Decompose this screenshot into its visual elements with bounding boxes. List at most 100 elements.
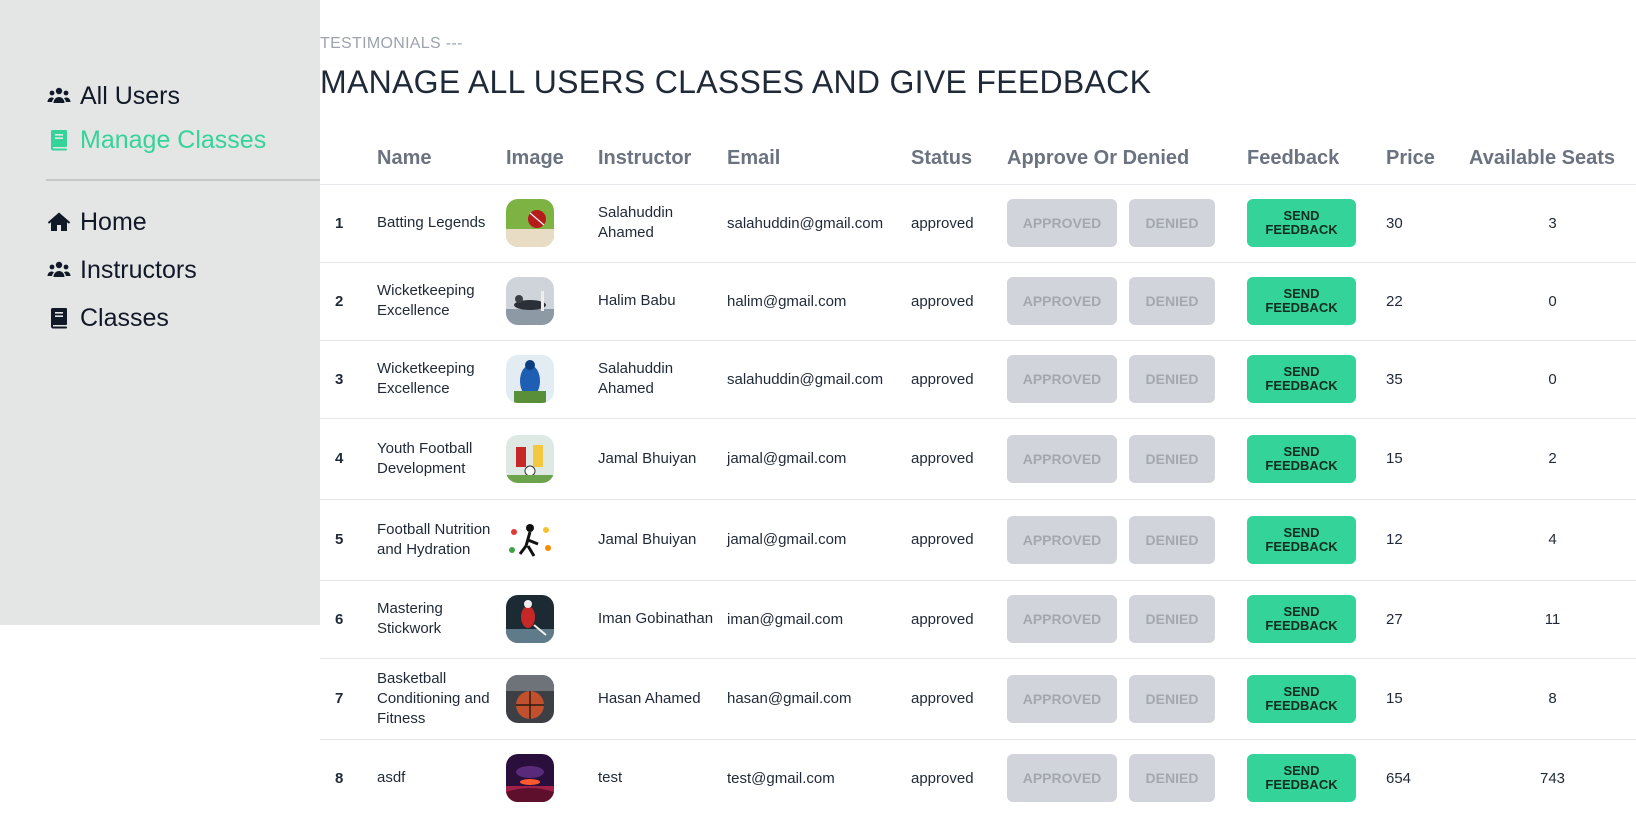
class-image-cell [506,417,598,499]
wicketkeeper-dive-thumbnail [506,277,554,325]
deny-button[interactable]: DENIED [1129,674,1215,723]
approve-deny-group: APPROVED DENIED [1007,199,1247,247]
price-value: 15 [1386,417,1469,499]
approve-deny-cell: APPROVED DENIED [1007,417,1247,499]
instructor-name: Salahuddin Ahamed [598,339,727,418]
approve-button[interactable]: APPROVED [1007,674,1117,723]
sidebar-item-label: Classes [80,303,169,332]
instructor-email: jamal@gmail.com [727,417,911,499]
deny-button[interactable]: DENIED [1129,595,1215,643]
class-name: Mastering Stickwork [377,579,506,658]
approve-deny-group: APPROVED DENIED [1007,515,1247,564]
table-row: 6 Mastering Stickwork Iman Gobinathan im… [320,579,1636,658]
class-name: asdf [377,738,506,817]
column-header-available-seats: Available Seats [1469,147,1616,170]
approve-button[interactable]: APPROVED [1007,595,1117,643]
hockey-player-thumbnail [506,595,554,643]
approve-button[interactable]: APPROVED [1007,355,1117,403]
send-feedback-button[interactable]: SEND FEEDBACK [1247,595,1356,643]
approve-button[interactable]: APPROVED [1007,515,1117,564]
available-seats-value: 743 [1469,738,1636,817]
available-seats-value: 4 [1469,498,1636,580]
users-icon [46,257,72,283]
table-row: 1 Batting Legends Salahuddin Ahamed sala… [320,183,1636,262]
sidebar-admin-nav: All Users Manage Classes [46,74,266,162]
row-index: 7 [320,657,377,739]
row-index: 4 [320,417,377,499]
class-image-cell [506,738,598,817]
table-row: 2 Wicketkeeping Excellence Halim Babu ha… [320,261,1636,340]
basketball-thumbnail [506,674,554,723]
wicketkeeper-blue-thumbnail [506,355,554,403]
table-row: 8 asdf test test@gmail.com approved APPR… [320,738,1636,817]
send-feedback-button[interactable]: SEND FEEDBACK [1247,754,1356,803]
sidebar-item-all-users[interactable]: All Users [46,74,266,118]
table-row: 7 Basketball Conditioning and Fitness Ha… [320,657,1636,739]
table-header-row: Name Image Instructor Email Status Appro… [320,134,1636,184]
deny-button[interactable]: DENIED [1129,355,1215,403]
approve-deny-group: APPROVED DENIED [1007,595,1247,643]
instructor-name: Iman Gobinathan [598,579,727,658]
status-text: approved [911,738,1007,817]
instructor-email: jamal@gmail.com [727,498,911,580]
column-header-name: Name [377,147,432,170]
sidebar-main-nav: Home Instructors Classes [46,198,197,342]
class-name: Wicketkeeping Excellence [377,339,506,418]
status-text: approved [911,657,1007,739]
class-name: Basketball Conditioning and Fitness [377,657,506,739]
approve-deny-group: APPROVED DENIED [1007,754,1247,803]
sidebar-item-manage-classes[interactable]: Manage Classes [46,118,266,162]
instructor-name: Hasan Ahamed [598,657,727,739]
deny-button[interactable]: DENIED [1129,754,1215,803]
column-header-approve-or-denied: Approve Or Denied [1007,147,1190,170]
classes-table: Name Image Instructor Email Status Appro… [320,134,1636,817]
feedback-cell: SEND FEEDBACK [1247,183,1386,262]
price-value: 12 [1386,498,1469,580]
price-value: 654 [1386,738,1469,817]
send-feedback-button[interactable]: SEND FEEDBACK [1247,434,1356,483]
available-seats-value: 11 [1469,579,1636,658]
deny-button[interactable]: DENIED [1129,434,1215,483]
send-feedback-button[interactable]: SEND FEEDBACK [1247,355,1356,403]
row-index: 8 [320,738,377,817]
send-feedback-button[interactable]: SEND FEEDBACK [1247,515,1356,564]
send-feedback-button[interactable]: SEND FEEDBACK [1247,199,1356,247]
approve-deny-group: APPROVED DENIED [1007,674,1247,723]
available-seats-value: 3 [1469,183,1636,262]
deny-button[interactable]: DENIED [1129,515,1215,564]
sidebar-item-home[interactable]: Home [46,198,197,246]
approve-button[interactable]: APPROVED [1007,277,1117,325]
column-header-email: Email [727,147,781,170]
status-text: approved [911,261,1007,340]
sidebar-item-instructors[interactable]: Instructors [46,246,197,294]
send-feedback-button[interactable]: SEND FEEDBACK [1247,674,1356,723]
deny-button[interactable]: DENIED [1129,199,1215,247]
price-value: 35 [1386,339,1469,418]
class-name: Youth Football Development [377,417,506,499]
instructor-email: test@gmail.com [727,738,911,817]
column-header-index [320,134,377,184]
available-seats-value: 2 [1469,417,1636,499]
class-image-cell [506,579,598,658]
sidebar-item-label: All Users [80,81,181,110]
approve-button[interactable]: APPROVED [1007,199,1117,247]
feedback-cell: SEND FEEDBACK [1247,417,1386,499]
approve-button[interactable]: APPROVED [1007,434,1117,483]
class-name: Wicketkeeping Excellence [377,261,506,340]
instructor-email: hasan@gmail.com [727,657,911,739]
column-header-price: Price [1386,147,1435,170]
book-icon [46,127,72,153]
table-row: 5 Football Nutrition and Hydration Jamal… [320,498,1636,580]
approve-deny-cell: APPROVED DENIED [1007,261,1247,340]
feedback-cell: SEND FEEDBACK [1247,339,1386,418]
deny-button[interactable]: DENIED [1129,277,1215,325]
sidebar-item-classes[interactable]: Classes [46,294,197,342]
class-image-cell [506,183,598,262]
class-image-cell [506,498,598,580]
instructor-name: Halim Babu [598,261,727,340]
approve-deny-cell: APPROVED DENIED [1007,657,1247,739]
approve-button[interactable]: APPROVED [1007,754,1117,803]
status-text: approved [911,183,1007,262]
send-feedback-button[interactable]: SEND FEEDBACK [1247,277,1356,325]
users-icon [46,83,72,109]
